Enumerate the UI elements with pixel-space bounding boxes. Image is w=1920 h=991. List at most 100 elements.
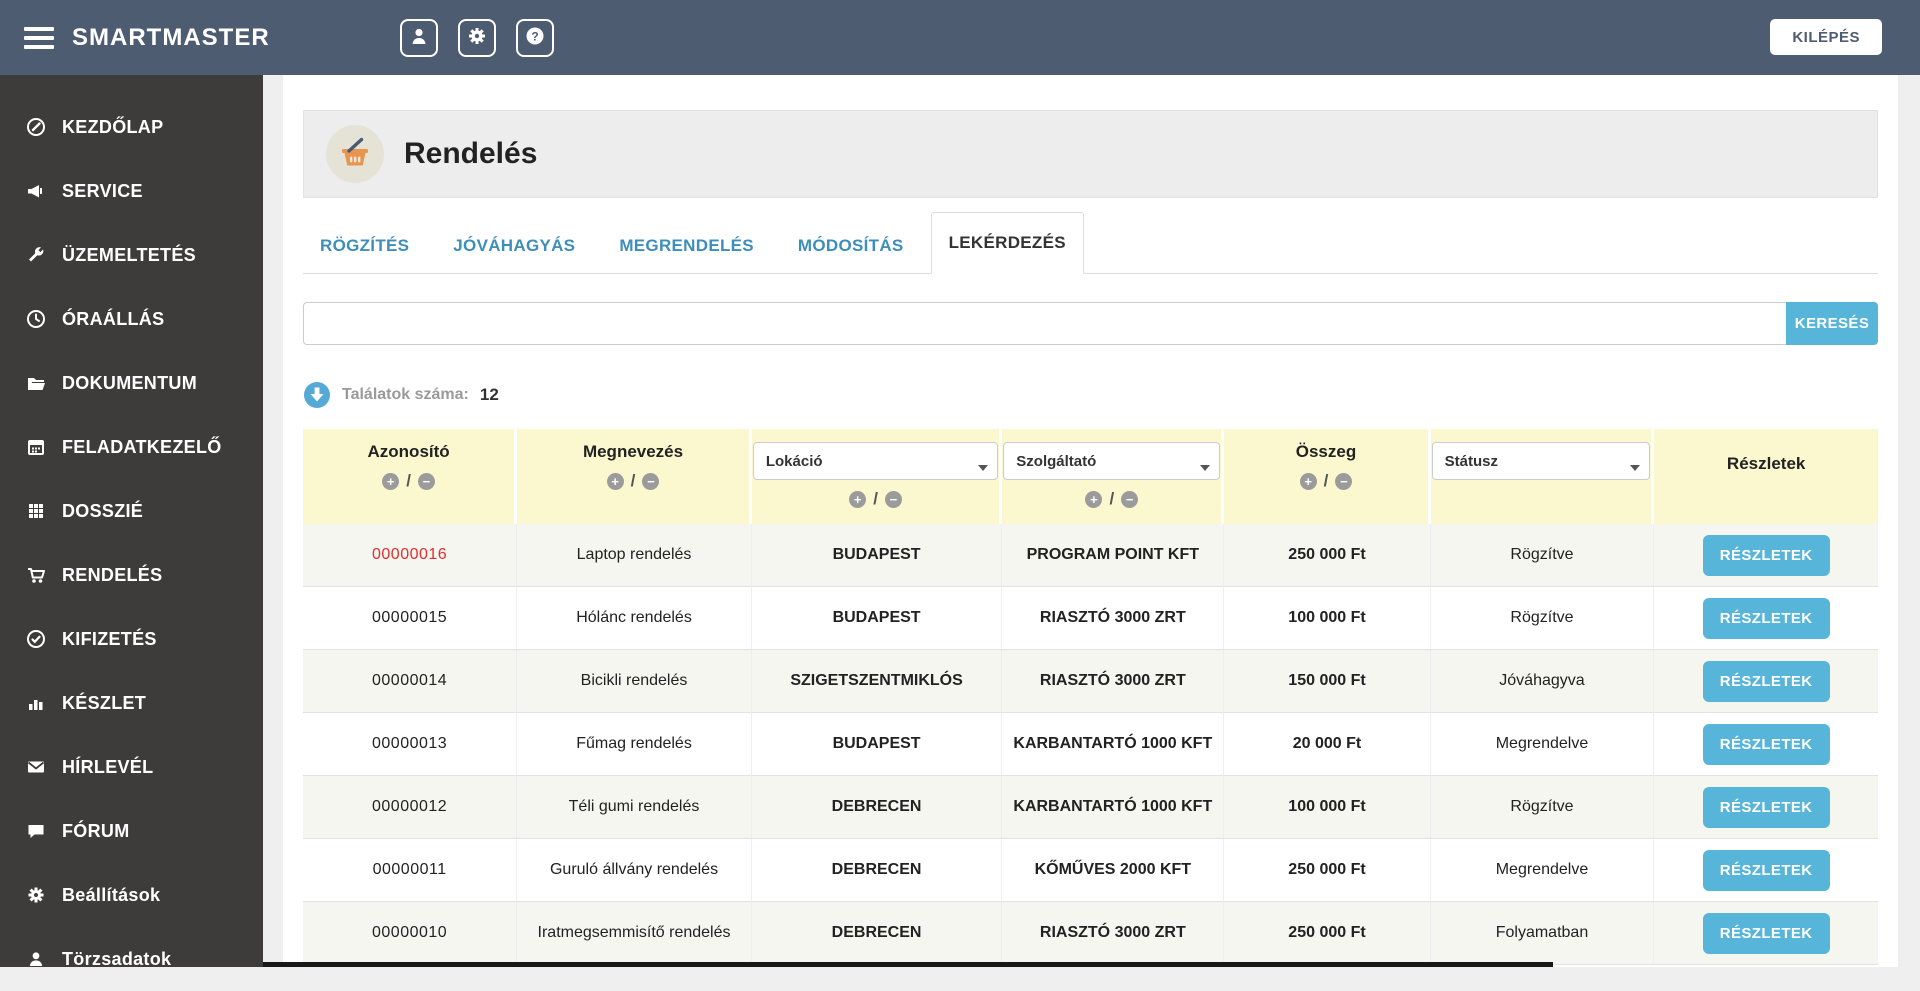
sort-controls: + / − [304, 471, 513, 491]
column-header-szolg-ltat-: Szolgáltató + / − [1002, 429, 1225, 524]
sidebar-item-f-rum[interactable]: FÓRUM [0, 799, 263, 863]
page-title: Rendelés [404, 137, 538, 170]
tab-módosítás[interactable]: MÓDOSÍTÁS [781, 218, 921, 273]
order-provider: KŐMŰVES 2000 KFT [1002, 839, 1225, 902]
sort-asc-icon[interactable]: + [382, 472, 400, 490]
order-amount: 150 000 Ft [1224, 650, 1431, 713]
column-header-r-szletek: Részletek [1654, 429, 1878, 524]
order-provider: RIASZTÓ 3000 ZRT [1002, 650, 1225, 713]
column-header-st-tusz: Státusz [1430, 429, 1655, 524]
details-button[interactable]: RÉSZLETEK [1702, 723, 1830, 765]
sort-desc-icon[interactable]: − [642, 472, 660, 490]
sort-desc-icon[interactable]: − [884, 490, 902, 508]
gear-icon [26, 885, 46, 905]
sort-desc-icon[interactable]: − [417, 472, 435, 490]
details-button[interactable]: RÉSZLETEK [1702, 660, 1830, 702]
topbar-icon-group: ? [399, 18, 554, 57]
grid-icon [26, 501, 46, 521]
details-button[interactable]: RÉSZLETEK [1702, 912, 1830, 954]
order-details-cell: RÉSZLETEK [1654, 650, 1878, 713]
order-name: Téli gumi rendelés [517, 776, 752, 839]
order-location: DEBRECEN [751, 902, 1003, 965]
details-button[interactable]: RÉSZLETEK [1702, 786, 1830, 828]
sidebar-item-service[interactable]: SERVICE [0, 159, 263, 223]
order-name: Hólánc rendelés [517, 587, 752, 650]
sort-desc-icon[interactable]: − [1121, 490, 1139, 508]
order-details-cell: RÉSZLETEK [1654, 587, 1878, 650]
order-details-cell: RÉSZLETEK [1654, 902, 1878, 965]
sidebar-item-feladatkezel-[interactable]: FELADATKEZELŐ [0, 415, 263, 479]
help-button[interactable]: ? [515, 18, 554, 57]
order-id: 00000016 [303, 524, 518, 587]
order-details-cell: RÉSZLETEK [1654, 776, 1878, 839]
sidebar-item-rendel-s[interactable]: RENDELÉS [0, 543, 263, 607]
details-button[interactable]: RÉSZLETEK [1702, 849, 1830, 891]
sidebar-item-dokumentum[interactable]: DOKUMENTUM [0, 351, 263, 415]
folder-icon [26, 373, 46, 393]
tab-jóváhagyás[interactable]: JÓVÁHAGYÁS [436, 218, 592, 273]
sidebar-item-k-szlet[interactable]: KÉSZLET [0, 671, 263, 735]
details-button[interactable]: RÉSZLETEK [1702, 597, 1830, 639]
sidebar-item-kifizet-s[interactable]: KIFIZETÉS [0, 607, 263, 671]
order-provider: PROGRAM POINT KFT [1002, 524, 1225, 587]
order-name: Laptop rendelés [517, 524, 752, 587]
sidebar-item-label: DOKUMENTUM [62, 372, 197, 393]
tab-megrendelés[interactable]: MEGRENDELÉS [602, 218, 771, 273]
column-header-lok-ci-: Lokáció + / − [751, 429, 1003, 524]
tab-lekérdezés[interactable]: LEKÉRDEZÉS [930, 212, 1084, 274]
settings-button[interactable] [457, 18, 496, 57]
filter-select-státusz[interactable]: Státusz [1431, 442, 1651, 480]
sort-controls: + / − [518, 471, 748, 491]
sidebar-item-dosszi-[interactable]: DOSSZIÉ [0, 479, 263, 543]
order-location: SZIGETSZENTMIKLÓS [751, 650, 1003, 713]
order-status: Megrendelve [1430, 839, 1655, 902]
sidebar-item-be-ll-t-sok[interactable]: Beállítások [0, 863, 263, 927]
order-details-cell: RÉSZLETEK [1654, 524, 1878, 587]
column-header-azonos-t-: Azonosító + / − [303, 429, 518, 524]
search-button[interactable]: KERESÉS [1786, 302, 1878, 345]
sort-controls: + / − [1225, 471, 1426, 491]
tab-rögzítés[interactable]: RÖGZÍTÉS [303, 218, 426, 273]
user-button[interactable] [399, 18, 438, 57]
order-location: DEBRECEN [751, 839, 1003, 902]
order-amount: 250 000 Ft [1224, 524, 1431, 587]
filter-select-szolgáltató[interactable]: Szolgáltató [1003, 442, 1221, 480]
menu-toggle-icon[interactable] [24, 26, 54, 49]
order-provider: KARBANTARTÓ 1000 KFT [1002, 776, 1225, 839]
order-provider: KARBANTARTÓ 1000 KFT [1002, 713, 1225, 776]
sort-asc-icon[interactable]: + [849, 490, 867, 508]
order-status: Jóváhagyva [1430, 650, 1655, 713]
sort-desc-icon[interactable]: − [1335, 472, 1353, 490]
order-amount: 250 000 Ft [1224, 839, 1431, 902]
sidebar-item-kezd-lap[interactable]: KEZDŐLAP [0, 95, 263, 159]
sidebar-item-label: FELADATKEZELŐ [62, 436, 222, 457]
results-label: Találatok száma: [342, 386, 469, 403]
bar-chart-icon [26, 693, 46, 713]
collapse-arrow-icon[interactable] [303, 381, 331, 409]
user-icon [26, 949, 46, 969]
details-button[interactable]: RÉSZLETEK [1702, 534, 1830, 576]
search-input[interactable] [303, 302, 1786, 345]
filter-select-lokáció[interactable]: Lokáció [752, 442, 999, 480]
table-row: 00000011 Guruló állvány rendelés DEBRECEN K… [303, 839, 1878, 902]
order-id: 00000012 [303, 776, 518, 839]
sidebar-item-label: KEZDŐLAP [62, 116, 164, 137]
order-name: Guruló állvány rendelés [517, 839, 752, 902]
logout-button[interactable]: KILÉPÉS [1770, 19, 1882, 55]
sort-asc-icon[interactable]: + [1085, 490, 1103, 508]
sidebar-item-h-rlev-l[interactable]: HÍRLEVÉL [0, 735, 263, 799]
sort-asc-icon[interactable]: + [1299, 472, 1317, 490]
order-status: Megrendelve [1430, 713, 1655, 776]
wrench-icon [26, 245, 46, 265]
sort-asc-icon[interactable]: + [606, 472, 624, 490]
order-location: BUDAPEST [751, 713, 1003, 776]
sidebar-item--ra-ll-s[interactable]: ÓRAÁLLÁS [0, 287, 263, 351]
order-id: 00000013 [303, 713, 518, 776]
order-amount: 100 000 Ft [1224, 776, 1431, 839]
order-id: 00000014 [303, 650, 518, 713]
order-amount: 20 000 Ft [1224, 713, 1431, 776]
sidebar-item--zemeltet-s[interactable]: ÜZEMELTETÉS [0, 223, 263, 287]
sidebar-item-t-rzsadatok[interactable]: Törzsadatok [0, 927, 263, 991]
order-status: Rögzítve [1430, 524, 1655, 587]
order-amount: 250 000 Ft [1224, 902, 1431, 965]
